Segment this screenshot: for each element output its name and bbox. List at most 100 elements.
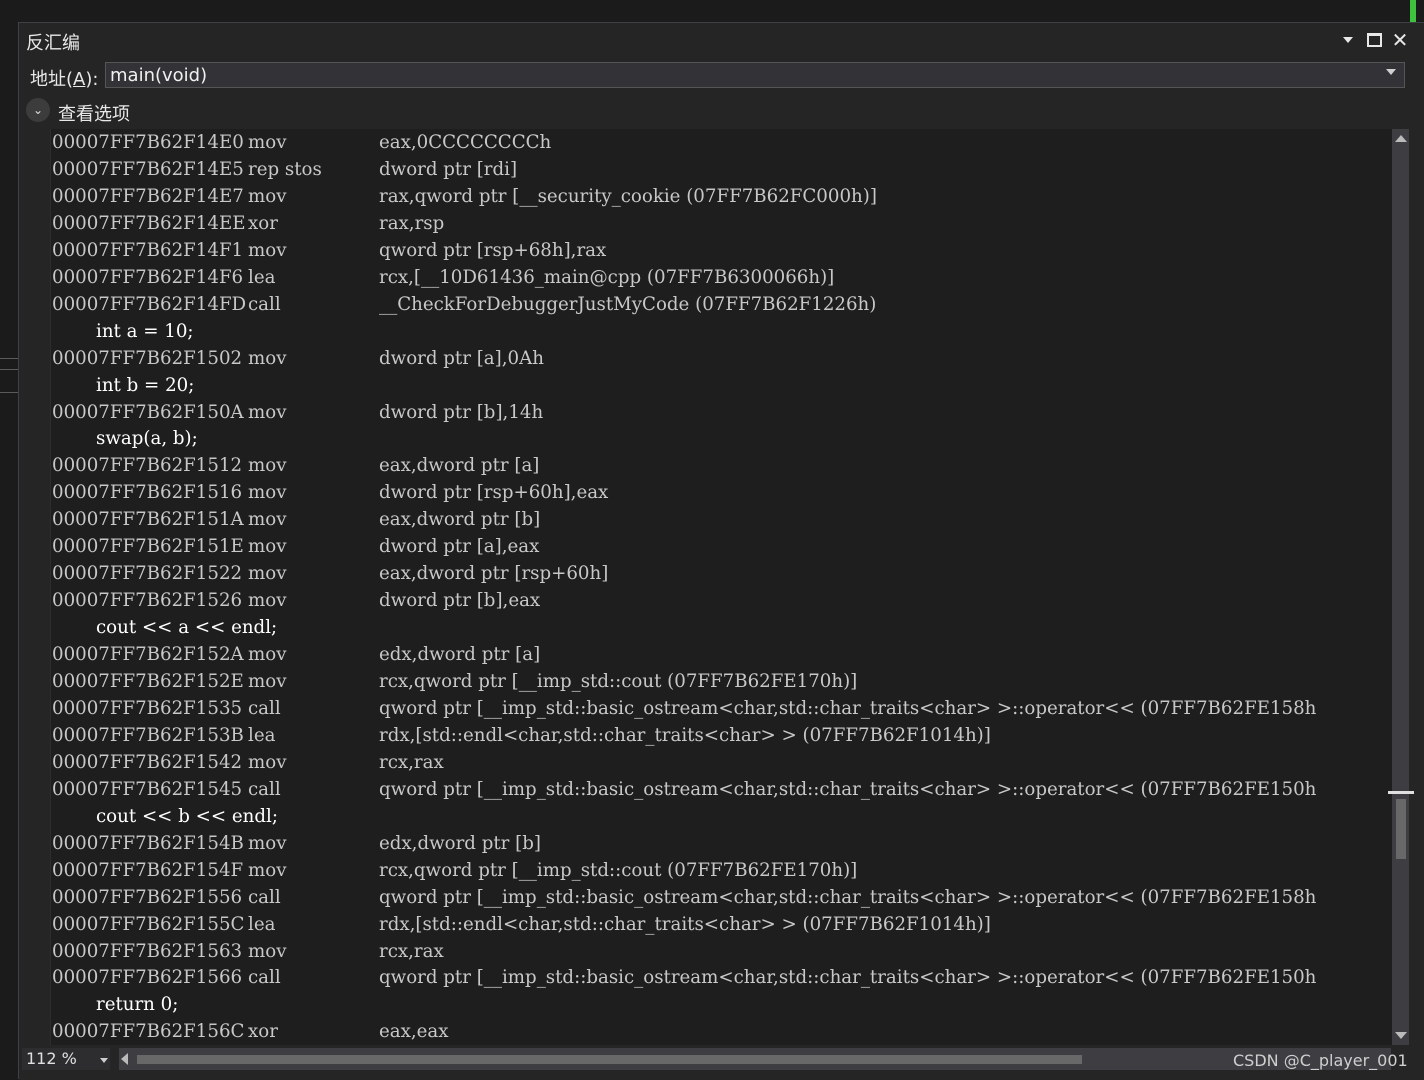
instruction-operands: qword ptr [__imp_std::basic_ostream<char… (379, 886, 1317, 908)
source-line[interactable]: cout << a << endl; (52, 614, 277, 641)
instruction-mnemonic: lea (248, 724, 276, 746)
address-label-suffix: ): (85, 69, 99, 90)
zoom-dropdown[interactable]: 112 % (22, 1048, 110, 1070)
instruction-address: 00007FF7B62F150A (52, 401, 244, 423)
instruction-mnemonic: mov (248, 239, 287, 261)
instruction-mnemonic: xor (248, 1021, 278, 1043)
instruction-mnemonic: mov (248, 482, 287, 504)
instruction-address: 00007FF7B62F14EE (52, 212, 246, 234)
instruction-operands: qword ptr [__imp_std::basic_ostream<char… (379, 967, 1317, 989)
source-line[interactable]: cout << b << endl; (52, 803, 278, 830)
scroll-left-arrow-icon[interactable] (121, 1053, 128, 1065)
instruction-operands: eax,dword ptr [b] (379, 509, 541, 531)
asm-line[interactable]: 00007FF7B62F1502 mov dword ptr [a],0Ah (52, 345, 544, 372)
asm-line[interactable]: 00007FF7B62F1516 mov dword ptr [rsp+60h],e… (52, 479, 608, 506)
instruction-operands: eax,0CCCCCCCCh (379, 132, 552, 153)
asm-line[interactable]: 00007FF7B62F1542 mov rcx,rax (52, 749, 444, 776)
vertical-scrollbar[interactable] (1388, 129, 1414, 1045)
instruction-operands: eax,dword ptr [a] (379, 455, 540, 477)
asm-line[interactable]: 00007FF7B62F1512 mov eax,dword ptr [a] (52, 452, 539, 479)
instruction-operands: __CheckForDebuggerJustMyCode (07FF7B62F1… (379, 293, 877, 315)
instruction-operands: dword ptr [a],0Ah (379, 347, 544, 369)
asm-line[interactable]: 00007FF7B62F150A mov dword ptr [b],14h (52, 399, 543, 426)
asm-line[interactable]: 00007FF7B62F154F mov rcx,qword ptr [__imp_… (52, 857, 857, 884)
asm-line[interactable]: 00007FF7B62F14FD call __CheckForDebuggerJu… (52, 291, 876, 318)
asm-line[interactable]: 00007FF7B62F1563 mov rcx,rax (52, 938, 444, 965)
instruction-mnemonic: mov (248, 455, 287, 477)
scroll-up-arrow-icon[interactable] (1395, 135, 1407, 142)
gutter (50, 129, 51, 1045)
chevron-down-icon (100, 1058, 108, 1063)
asm-line[interactable]: 00007FF7B62F1522 mov eax,dword ptr [rsp+60… (52, 560, 608, 587)
instruction-mnemonic: mov (248, 347, 287, 369)
maximize-icon (1366, 33, 1382, 47)
source-line[interactable]: swap(a, b); (52, 425, 198, 452)
asm-line[interactable]: 00007FF7B62F1545 call qword ptr [__imp_std… (52, 776, 1316, 803)
horizontal-scrollbar[interactable] (119, 1048, 1391, 1070)
left-panel-edge (0, 358, 18, 359)
instruction-operands: qword ptr [rsp+68h],rax (379, 239, 607, 261)
instruction-address: 00007FF7B62F151E (52, 536, 244, 558)
instruction-address: 00007FF7B62F14F1 (52, 239, 244, 261)
address-combobox[interactable]: main(void) (105, 62, 1405, 88)
close-button[interactable]: ✕ (1389, 28, 1411, 52)
asm-line[interactable]: 00007FF7B62F14F1 mov qword ptr [rsp+68h],r… (52, 237, 606, 264)
instruction-operands: rcx,[__10D61436_main@cpp (07FF7B6300066h… (379, 266, 835, 288)
source-line[interactable]: return 0; (52, 991, 178, 1018)
address-value: main(void) (110, 65, 208, 86)
instruction-mnemonic: call (248, 886, 281, 908)
instruction-address: 00007FF7B62F1526 (52, 590, 243, 612)
instruction-mnemonic: call (248, 293, 281, 315)
scroll-down-arrow-icon[interactable] (1395, 1032, 1407, 1039)
asm-line[interactable]: 00007FF7B62F155C lea rdx,[std::endl<char,s… (52, 911, 991, 938)
asm-line[interactable]: 00007FF7B62F156C xor eax,eax (52, 1018, 449, 1045)
asm-line[interactable]: 00007FF7B62F153B lea rdx,[std::endl<char,s… (52, 722, 991, 749)
instruction-address: 00007FF7B62F1556 (52, 886, 243, 908)
instruction-operands: rax,rsp (379, 212, 445, 234)
address-bar: 地址(A): main(void) (19, 61, 1424, 91)
chevron-down-icon: ⌄ (32, 103, 44, 117)
instruction-operands: dword ptr [rsp+60h],eax (379, 482, 609, 504)
horizontal-scroll-thumb[interactable] (137, 1055, 1082, 1064)
instruction-mnemonic: mov (248, 751, 287, 773)
expand-options-button[interactable]: ⌄ (26, 98, 50, 122)
asm-line[interactable]: 00007FF7B62F151E mov dword ptr [a],eax (52, 533, 539, 560)
chevron-down-icon (1343, 37, 1353, 43)
view-options-label[interactable]: 查看选项 (58, 100, 130, 126)
instruction-operands: qword ptr [__imp_std::basic_ostream<char… (379, 778, 1317, 800)
asm-line[interactable]: 00007FF7B62F14EE xor rax,rsp (52, 210, 444, 237)
vertical-scroll-thumb[interactable] (1396, 799, 1406, 859)
instruction-address: 00007FF7B62F155C (52, 913, 245, 935)
window-titlebar: 反汇编 ✕ (19, 23, 1424, 57)
asm-line[interactable]: 00007FF7B62F154B mov edx,dword ptr [b] (52, 830, 541, 857)
asm-line[interactable]: 00007FF7B62F1526 mov dword ptr [b],eax (52, 587, 540, 614)
instruction-operands: rdx,[std::endl<char,std::char_traits<cha… (379, 913, 991, 935)
asm-line[interactable]: 00007FF7B62F14E0 mov eax,0CCCCCCCCh (52, 129, 551, 156)
source-line[interactable]: int b = 20; (52, 372, 194, 399)
asm-line[interactable]: 00007FF7B62F1566 call qword ptr [__imp_std… (52, 964, 1316, 991)
instruction-operands: edx,dword ptr [a] (379, 644, 541, 665)
asm-line[interactable]: 00007FF7B62F1535 call qword ptr [__imp_std… (52, 695, 1316, 722)
maximize-button[interactable] (1363, 29, 1385, 51)
asm-line[interactable]: 00007FF7B62F14F6 lea rcx,[__10D61436_main@… (52, 264, 834, 291)
chevron-down-icon[interactable] (1386, 69, 1396, 75)
window-menu-button[interactable] (1337, 29, 1359, 51)
instruction-address: 00007FF7B62F1542 (52, 751, 243, 773)
disassembly-code-area[interactable]: 00007FF7B62F14E0 mov eax,0CCCCCCCCh 00007FF… (50, 129, 1392, 1045)
instruction-address: 00007FF7B62F1502 (52, 347, 243, 369)
instruction-operands: dword ptr [b],eax (379, 590, 541, 612)
asm-line[interactable]: 00007FF7B62F14E7 mov rax,qword ptr [__secu… (52, 183, 877, 210)
watermark: CSDN @C_player_001 (1233, 1051, 1408, 1070)
instruction-address: 00007FF7B62F1545 (52, 778, 243, 800)
asm-line[interactable]: 00007FF7B62F152E mov rcx,qword ptr [__imp_… (52, 668, 857, 695)
instruction-address: 00007FF7B62F154B (52, 832, 244, 854)
asm-line[interactable]: 00007FF7B62F152A mov edx,dword ptr [a] (52, 641, 540, 668)
asm-line[interactable]: 00007FF7B62F151A mov eax,dword ptr [b] (52, 506, 540, 533)
asm-line[interactable]: 00007FF7B62F14E5 rep stos dword ptr [rdi] (52, 156, 517, 183)
instruction-operands: eax,dword ptr [rsp+60h] (379, 563, 609, 585)
instruction-mnemonic: lea (248, 913, 276, 935)
source-line[interactable]: int a = 10; (52, 318, 194, 345)
asm-line[interactable]: 00007FF7B62F1556 call qword ptr [__imp_std… (52, 884, 1316, 911)
window-title: 反汇编 (26, 33, 80, 54)
instruction-mnemonic: call (248, 967, 281, 989)
